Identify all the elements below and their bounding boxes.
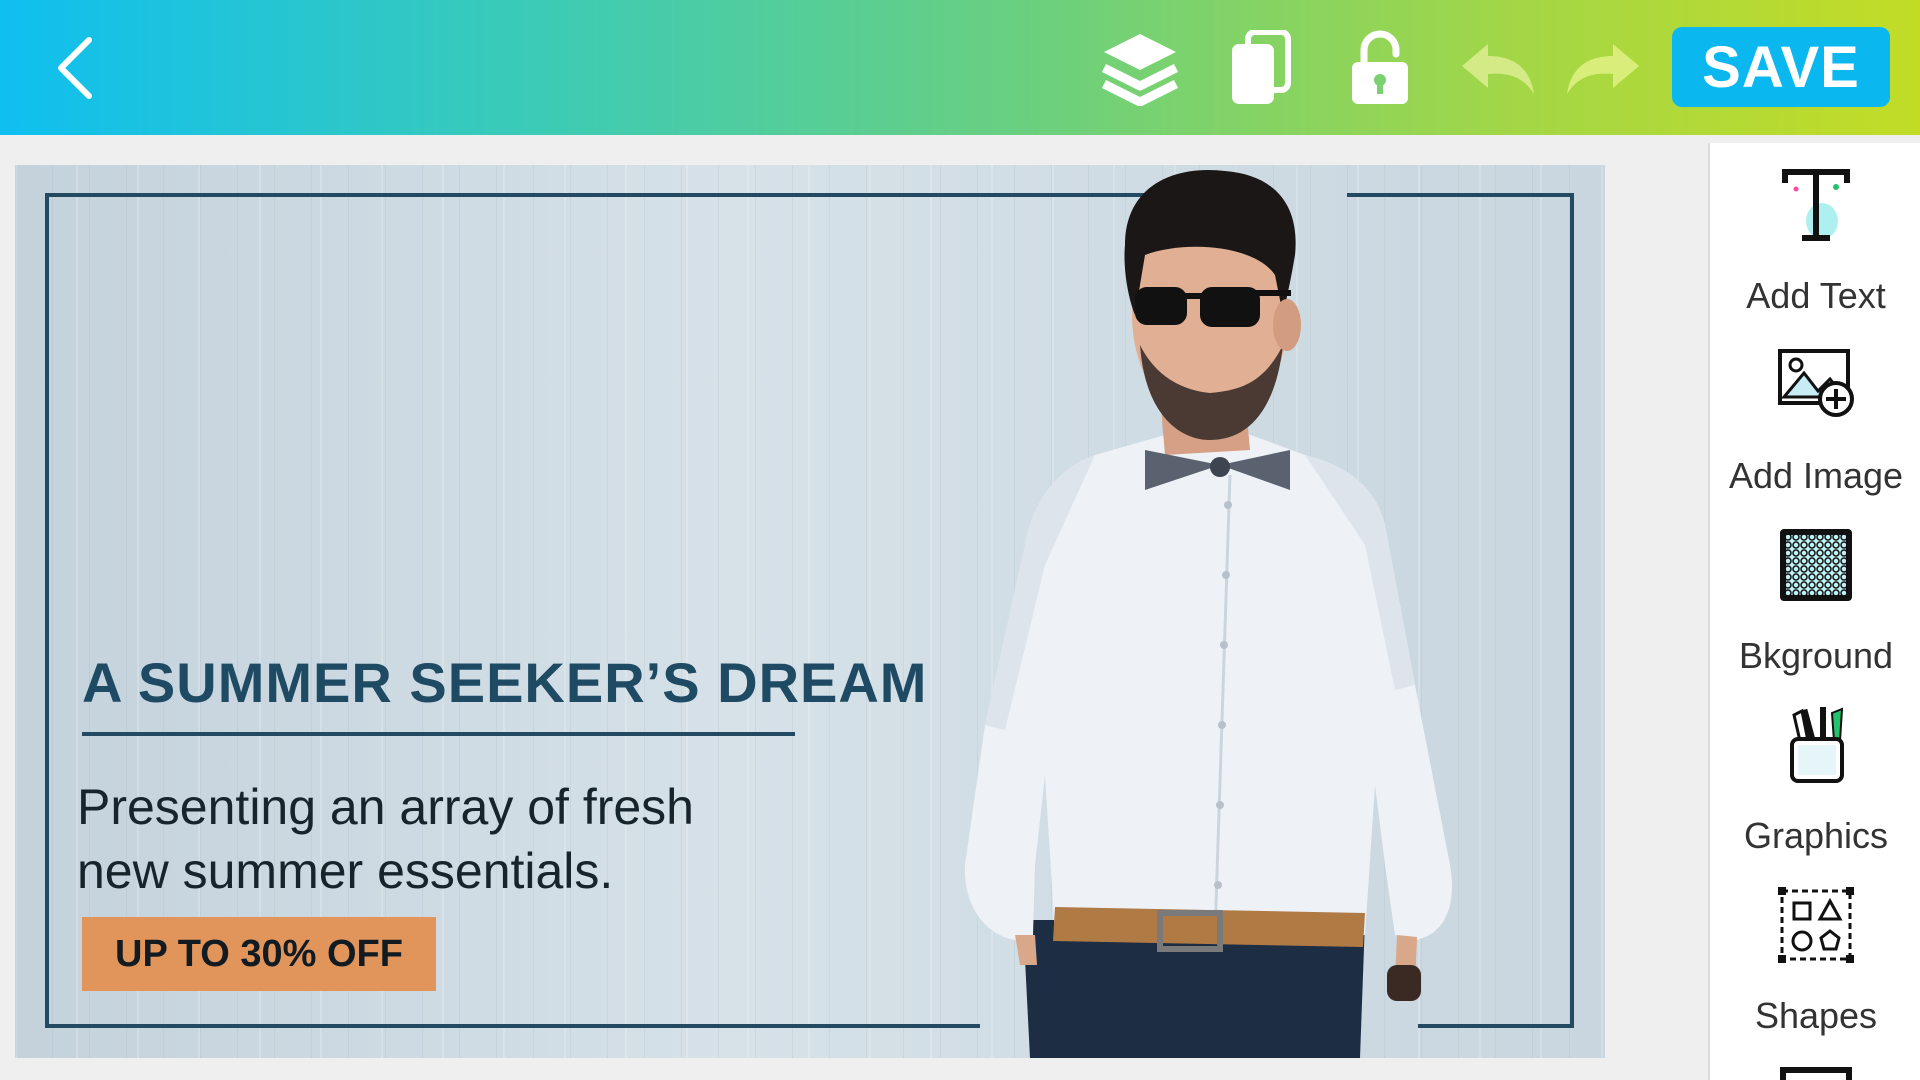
layers-button[interactable] <box>1095 25 1185 110</box>
background-label: Bkground <box>1738 635 1894 676</box>
headline-text[interactable]: A SUMMER SEEKER’S DREAM <box>82 650 927 715</box>
undo-icon <box>1461 43 1534 94</box>
redo-icon <box>1566 43 1639 94</box>
graphics-tool[interactable]: Graphics <box>1710 705 1920 875</box>
frame-border-bottom <box>45 1024 980 1028</box>
frame-border-right <box>1570 193 1574 1028</box>
background-tool[interactable]: Bkground <box>1710 525 1920 695</box>
graphics-icon <box>1790 707 1844 783</box>
shapes-tool[interactable]: Shapes <box>1710 885 1920 1055</box>
undo-button[interactable] <box>1455 30 1540 105</box>
copy-icon <box>1232 29 1291 104</box>
top-toolbar: SAVE <box>0 0 1920 135</box>
back-button[interactable] <box>40 30 110 105</box>
shapes-icon <box>1778 887 1854 963</box>
add-image-icon <box>1778 349 1854 417</box>
layers-icon <box>1101 33 1179 106</box>
tool-panel: Add Text Add Image Bkground Graphics Sha… <box>1708 143 1920 1080</box>
chevron-left-icon <box>58 36 92 99</box>
subtext-line-2: new summer essentials. <box>77 843 614 899</box>
redo-button[interactable] <box>1560 30 1645 105</box>
graphics-label: Graphics <box>1743 815 1889 856</box>
lock-toggle-button[interactable] <box>1340 25 1420 110</box>
next-tool-partial[interactable] <box>1778 1063 1854 1080</box>
text-icon <box>1782 169 1850 241</box>
shapes-label: Shapes <box>1754 995 1878 1036</box>
add-text-label: Add Text <box>1746 275 1886 316</box>
subtext-line-1: Presenting an array of fresh <box>77 779 694 835</box>
design-canvas[interactable]: A SUMMER SEEKER’S DREAM Presenting an ar… <box>15 165 1605 1058</box>
promo-badge[interactable]: UP TO 30% OFF <box>82 917 436 991</box>
duplicate-button[interactable] <box>1220 25 1300 110</box>
headline-underline <box>82 732 795 736</box>
background-pattern-icon <box>1780 529 1852 601</box>
add-image-tool[interactable]: Add Image <box>1710 345 1920 515</box>
text-box-icon <box>1780 1067 1852 1080</box>
add-image-label: Add Image <box>1728 455 1904 496</box>
frame-border-left <box>45 193 49 1028</box>
save-button[interactable]: SAVE <box>1672 27 1890 107</box>
subtext-body[interactable]: Presenting an array of fresh new summer … <box>77 775 837 903</box>
model-photo[interactable] <box>945 165 1505 1058</box>
unlock-icon <box>1352 30 1408 104</box>
add-text-tool[interactable]: Add Text <box>1710 165 1920 335</box>
